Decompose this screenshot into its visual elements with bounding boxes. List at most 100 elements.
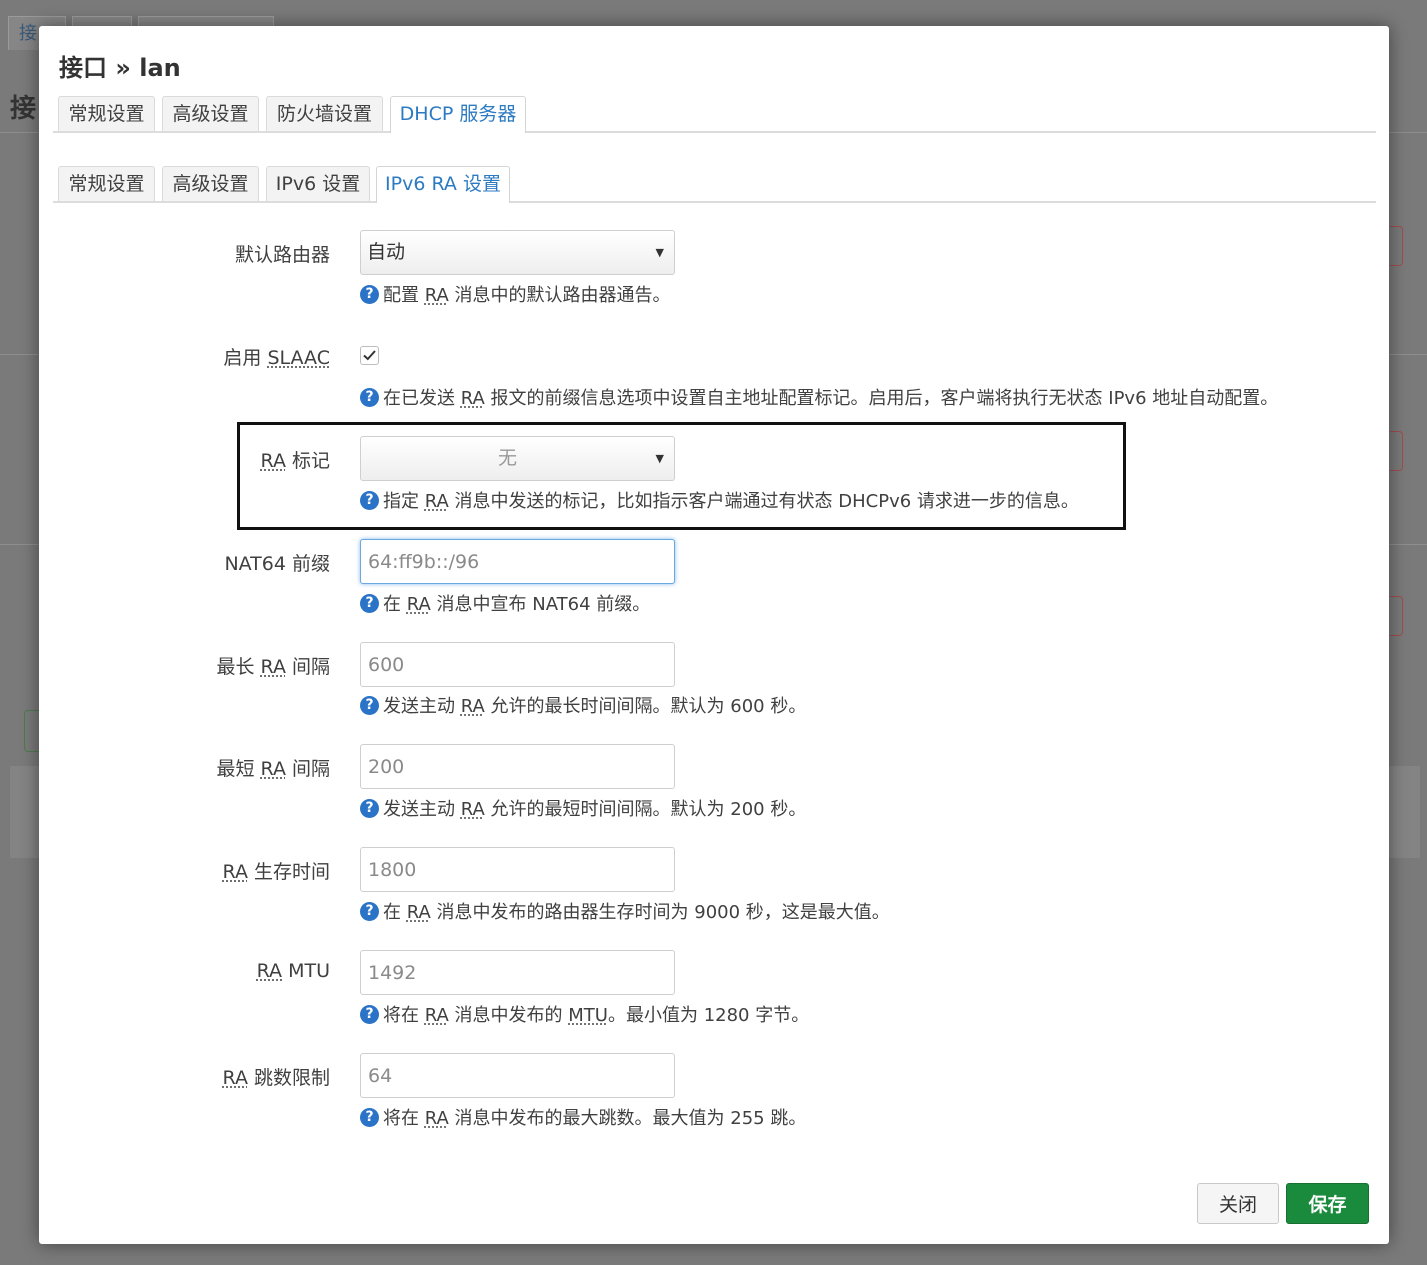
help-icon: ? (360, 696, 379, 715)
interface-modal: 接口 » lan 常规设置 高级设置 防火墙设置 DHCP 服务器 常规设置 高… (39, 26, 1389, 1244)
help-text: 配置 (383, 285, 425, 306)
abbr-ra: RA (460, 696, 485, 717)
mtu-input[interactable] (360, 950, 675, 995)
max-interval-input[interactable] (360, 642, 675, 687)
max-interval-help: ? 发送主动 RA 允许的最长时间间隔。默认为 600 秒。 (360, 692, 806, 718)
abbr-ra: RA (256, 960, 283, 982)
lifetime-input[interactable] (360, 847, 675, 892)
close-button[interactable]: 关闭 (1197, 1183, 1279, 1224)
help-icon: ? (360, 285, 379, 304)
subtab-ipv6[interactable]: IPv6 设置 (266, 166, 370, 201)
mtu-help: ? 将在 RA 消息中发布的 MTU。最小值为 1280 字节。 (360, 1001, 809, 1027)
hop-limit-label: RA 跳数限制 (223, 1063, 330, 1090)
default-router-label: 默认路由器 (234, 244, 330, 266)
max-interval-label: 最长 RA 间隔 (216, 652, 330, 679)
help-text: 发送主动 (383, 696, 461, 717)
help-text: 消息中的默认路由器通告。 (448, 285, 671, 306)
help-text: 消息中宣布 NAT64 前缀。 (430, 594, 651, 615)
abbr-ra: RA (222, 861, 248, 883)
checkmark-icon (363, 350, 376, 361)
help-text: 允许的最长时间间隔。默认为 600 秒。 (484, 696, 807, 717)
chevron-down-icon: ▼ (655, 246, 664, 259)
label-text: 最短 (216, 758, 261, 780)
subtab-advanced[interactable]: 高级设置 (162, 166, 259, 201)
min-interval-input[interactable] (360, 744, 675, 789)
help-text: 在已发送 (383, 388, 461, 409)
help-text: 在 (383, 902, 407, 923)
help-icon: ? (360, 799, 379, 818)
min-interval-help: ? 发送主动 RA 允许的最短时间间隔。默认为 200 秒。 (360, 795, 806, 821)
tab-firewall[interactable]: 防火墙设置 (266, 96, 383, 131)
abbr-ra: RA (260, 450, 286, 472)
background-heading: 接 (10, 94, 37, 124)
help-text: 消息中发布的 (448, 1005, 569, 1026)
help-icon: ? (360, 1108, 379, 1127)
mtu-label: RA MTU (257, 960, 330, 982)
label-text: MTU (282, 960, 330, 982)
slaac-label: 启用 SLAAC (223, 343, 330, 370)
help-icon: ? (360, 1005, 379, 1024)
subtab-ipv6-ra[interactable]: IPv6 RA 设置 (376, 166, 510, 203)
help-text: 发送主动 (383, 799, 461, 820)
modal-title: 接口 » lan (59, 54, 181, 82)
tab-advanced[interactable]: 高级设置 (162, 96, 259, 131)
help-icon: ? (360, 902, 379, 921)
help-text: 。最小值为 1280 字节。 (607, 1005, 810, 1026)
help-text: 消息中发布的路由器生存时间为 9000 秒，这是最大值。 (430, 902, 890, 923)
save-button[interactable]: 保存 (1286, 1183, 1369, 1224)
tab-general[interactable]: 常规设置 (58, 96, 155, 131)
abbr-ra: RA (222, 1067, 248, 1089)
default-router-select[interactable]: 自动 ▼ (360, 230, 675, 275)
help-text: 消息中发送的标记，比如指示客户端通过有状态 DHCPv6 请求进一步的信息。 (448, 491, 1079, 512)
label-text: 标记 (285, 450, 330, 472)
tab-dhcp-server[interactable]: DHCP 服务器 (390, 96, 526, 133)
label-text: 间隔 (285, 758, 330, 780)
sub-tabs: 常规设置 高级设置 IPv6 设置 IPv6 RA 设置 (53, 166, 1376, 203)
nat64-prefix-input[interactable] (360, 539, 675, 584)
chevron-down-icon: ▼ (655, 452, 664, 465)
abbr-ra: RA (406, 902, 431, 923)
slaac-help: ? 在已发送 RA 报文的前缀信息选项中设置自主地址配置标记。启用后，客户端将执行… (360, 384, 1278, 410)
help-text: 将在 (383, 1108, 425, 1129)
help-text: 消息中发布的最大跳数。最大值为 255 跳。 (448, 1108, 807, 1129)
help-icon: ? (360, 491, 379, 510)
abbr-ra: RA (406, 594, 431, 615)
ra-flags-label: RA 标记 (261, 446, 330, 473)
abbr-ra: RA (460, 799, 485, 820)
help-text: 指定 (383, 491, 425, 512)
label-text: 跳数限制 (247, 1067, 330, 1089)
help-text: 允许的最短时间间隔。默认为 200 秒。 (484, 799, 807, 820)
abbr-ra: RA (424, 1108, 449, 1129)
default-router-help: ? 配置 RA 消息中的默认路由器通告。 (360, 281, 671, 307)
lifetime-label: RA 生存时间 (223, 857, 330, 884)
abbr-ra: RA (424, 1005, 449, 1026)
help-text: 报文的前缀信息选项中设置自主地址配置标记。启用后，客户端将执行无状态 IPv6 … (484, 388, 1279, 409)
label-text: 间隔 (285, 656, 330, 678)
background-tab-label: 接 (19, 23, 37, 44)
subtab-general[interactable]: 常规设置 (58, 166, 155, 201)
nat64-label: NAT64 前缀 (224, 553, 330, 575)
abbr-ra: RA (424, 285, 449, 306)
min-interval-label: 最短 RA 间隔 (216, 754, 330, 781)
ra-flags-help: ? 指定 RA 消息中发送的标记，比如指示客户端通过有状态 DHCPv6 请求进一… (360, 487, 1079, 513)
hop-limit-help: ? 将在 RA 消息中发布的最大跳数。最大值为 255 跳。 (360, 1104, 806, 1130)
slaac-checkbox[interactable] (360, 346, 379, 365)
abbr-ra: RA (260, 656, 286, 678)
lifetime-help: ? 在 RA 消息中发布的路由器生存时间为 9000 秒，这是最大值。 (360, 898, 890, 924)
nat64-help: ? 在 RA 消息中宣布 NAT64 前缀。 (360, 590, 650, 616)
label-text: 最长 (216, 656, 261, 678)
ra-flags-select[interactable]: 无 ▼ (360, 436, 675, 481)
abbr-mtu: MTU (568, 1005, 608, 1026)
ra-flags-value: 无 (497, 447, 517, 469)
abbr-ra: RA (460, 388, 485, 409)
main-tabs: 常规设置 高级设置 防火墙设置 DHCP 服务器 (53, 96, 1376, 133)
hop-limit-input[interactable] (360, 1053, 675, 1098)
help-text: 将在 (383, 1005, 425, 1026)
background-delete-button (1390, 596, 1403, 636)
abbr-ra: RA (260, 758, 286, 780)
help-icon: ? (360, 388, 379, 407)
abbr-slaac: SLAAC (267, 347, 330, 369)
background-delete-button (1390, 431, 1403, 471)
default-router-value: 自动 (367, 241, 406, 263)
background-delete-button (1390, 226, 1403, 266)
